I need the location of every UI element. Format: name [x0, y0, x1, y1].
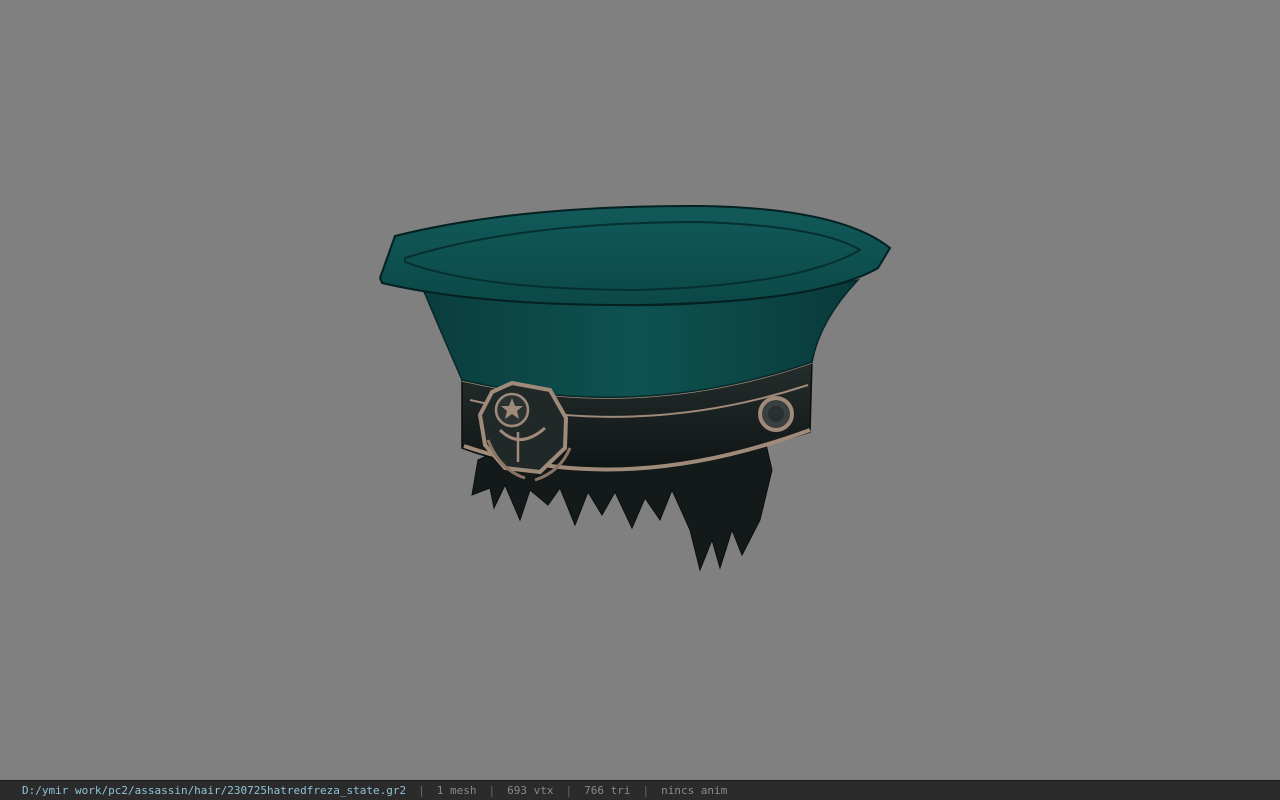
file-path: D:/ymir work/pc2/assassin/hair/230725hat…: [22, 784, 407, 797]
animation-info: nincs anim: [661, 784, 728, 797]
status-bar: D:/ymir work/pc2/assassin/hair/230725hat…: [0, 780, 1280, 800]
separator: |: [642, 784, 650, 797]
3d-viewport[interactable]: [0, 0, 1280, 780]
cap-top: [378, 204, 892, 307]
vertex-count: 693 vtx: [507, 784, 554, 797]
mesh-count: 1 mesh: [436, 784, 477, 797]
cap-model-icon: [378, 204, 892, 572]
cap-side-button: [758, 396, 794, 432]
separator: |: [488, 784, 496, 797]
separator: |: [418, 784, 425, 797]
triangle-count: 766 tri: [584, 784, 631, 797]
separator: |: [565, 784, 573, 797]
